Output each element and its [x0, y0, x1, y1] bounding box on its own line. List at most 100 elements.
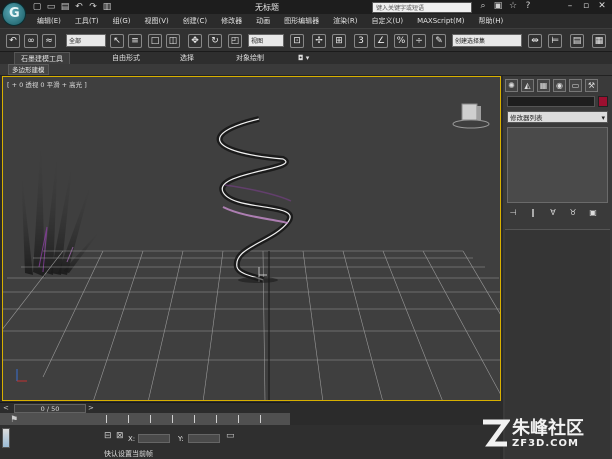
- scale-icon[interactable]: ◰: [228, 34, 242, 48]
- menu-maxscript[interactable]: MAXScript(M): [410, 14, 471, 28]
- selection-lock-icon[interactable]: ⊟: [104, 431, 112, 441]
- undo-icon[interactable]: ↶: [74, 2, 84, 12]
- subscription-icon[interactable]: ▣: [493, 1, 503, 11]
- next-frame-icon[interactable]: >: [88, 404, 94, 412]
- utilities-tab-icon[interactable]: ⚒: [585, 79, 598, 92]
- selection-filter-dropdown[interactable]: 全部: [66, 34, 106, 47]
- tick: [194, 415, 195, 423]
- pin-stack-icon[interactable]: ⊣: [507, 207, 519, 219]
- rectangle-selection-icon[interactable]: □: [148, 34, 162, 48]
- maxscript-listener-icon[interactable]: ⚑: [10, 415, 18, 425]
- y-label: Y:: [178, 435, 184, 443]
- quick-access-toolbar: ▢ ▭ ▤ ↶ ↷ ▥: [32, 2, 112, 12]
- track-bar[interactable]: [0, 413, 290, 425]
- favorites-icon[interactable]: ☆: [508, 1, 518, 11]
- unlink-icon[interactable]: ≈: [42, 34, 56, 48]
- tick: [216, 415, 217, 423]
- menu-graph-editors[interactable]: 图形编辑器: [277, 14, 326, 28]
- save-icon[interactable]: ▤: [60, 2, 70, 12]
- menu-animation[interactable]: 动画: [249, 14, 277, 28]
- main-toolbar: ↶ ∞ ≈ 全部 ↖ ≡ □ ◫ ✥ ↻ ◰ 视图 ⊡ ✢ ⊞ 3 ∠ % ÷ …: [0, 28, 612, 52]
- configure-sets-icon[interactable]: ▣: [587, 207, 599, 219]
- watermark-name: 朱峰社区: [512, 418, 584, 439]
- menu-views[interactable]: 视图(V): [138, 14, 176, 28]
- keyboard-shortcut-icon[interactable]: ⊞: [332, 34, 346, 48]
- help-icon[interactable]: ?: [523, 1, 533, 11]
- maxscript-mini-listener[interactable]: [2, 428, 10, 448]
- make-unique-icon[interactable]: ∀: [547, 207, 559, 219]
- menu-customize[interactable]: 自定义(U): [364, 14, 410, 28]
- select-and-manipulate-icon[interactable]: ✢: [312, 34, 326, 48]
- search-input[interactable]: 键入关键字或短语: [372, 2, 472, 13]
- close-button[interactable]: ✕: [594, 0, 610, 13]
- percent-snap-icon[interactable]: %: [394, 34, 408, 48]
- angle-snap-icon[interactable]: ∠: [374, 34, 388, 48]
- modifier-list-dropdown[interactable]: 修改器列表 ▾: [507, 111, 608, 123]
- remove-modifier-icon[interactable]: ♉: [567, 207, 579, 219]
- status-prompt: 快认设置当前帧: [104, 450, 153, 458]
- app-logo-button[interactable]: G: [2, 2, 26, 26]
- select-by-name-icon[interactable]: ≡: [128, 34, 142, 48]
- helix-spline[interactable]: [216, 116, 294, 283]
- object-name-field[interactable]: [507, 96, 595, 107]
- subtab-polygon-modeling[interactable]: 多边形建模: [8, 64, 49, 75]
- viewport-label[interactable]: [ + 0 透视 0 平滑 + 高光 ]: [7, 79, 87, 89]
- search-icon[interactable]: ⌕: [478, 1, 488, 11]
- modifier-stack-view[interactable]: [507, 127, 608, 203]
- z-coordinate-field[interactable]: ▭: [226, 431, 235, 441]
- spinner-snap-icon[interactable]: ÷: [412, 34, 426, 48]
- new-icon[interactable]: ▢: [32, 2, 42, 12]
- tab-freeform[interactable]: 自由形式: [112, 52, 140, 64]
- minimize-button[interactable]: –: [562, 0, 578, 13]
- time-slider[interactable]: < 0 / 50 >: [0, 402, 290, 413]
- modify-tab-icon[interactable]: ◭: [521, 79, 534, 92]
- reference-coordinate-dropdown[interactable]: 视图: [248, 34, 284, 47]
- tab-object-paint[interactable]: 对象绘制: [236, 52, 264, 64]
- x-coordinate-field[interactable]: [138, 434, 170, 443]
- viewcube-icon[interactable]: [452, 103, 490, 129]
- create-tab-icon[interactable]: ✺: [505, 79, 518, 92]
- named-selection-dropdown[interactable]: 创建选择集: [452, 34, 522, 47]
- layer-manager-icon[interactable]: ▤: [570, 34, 584, 48]
- tab-graphite-modeling[interactable]: 石墨建模工具: [14, 52, 70, 64]
- menu-modifiers[interactable]: 修改器: [214, 14, 249, 28]
- snaps-toggle-icon[interactable]: 3: [354, 34, 368, 48]
- menu-tools[interactable]: 工具(T): [68, 14, 106, 28]
- select-object-icon[interactable]: ↖: [110, 34, 124, 48]
- axis-tripod-icon: [16, 369, 27, 382]
- tick: [106, 415, 107, 423]
- edit-named-selection-icon[interactable]: ✎: [432, 34, 446, 48]
- prev-frame-icon[interactable]: <: [3, 404, 9, 412]
- undo-tool-icon[interactable]: ↶: [6, 34, 20, 48]
- time-slider-handle[interactable]: 0 / 50: [14, 404, 86, 413]
- tab-selection[interactable]: 选择: [180, 52, 194, 64]
- menu-help[interactable]: 帮助(H): [472, 14, 511, 28]
- object-color-swatch[interactable]: [598, 96, 608, 107]
- command-panel-tabs: ✺ ◭ ▦ ◉ ▭ ⚒: [505, 79, 598, 92]
- rotate-icon[interactable]: ↻: [208, 34, 222, 48]
- ribbon-options-icon[interactable]: ◘ ▾: [298, 52, 309, 64]
- open-icon[interactable]: ▭: [46, 2, 56, 12]
- y-coordinate-field[interactable]: [188, 434, 220, 443]
- status-bar: ⚑ ⊟ ⊠ X: Y: ▭ 快认设置当前帧: [0, 415, 500, 459]
- mirror-icon[interactable]: ⇹: [528, 34, 542, 48]
- perspective-viewport[interactable]: [ + 0 透视 0 平滑 + 高光 ]: [2, 76, 501, 401]
- redo-icon[interactable]: ↷: [88, 2, 98, 12]
- display-tab-icon[interactable]: ▭: [569, 79, 582, 92]
- menu-edit[interactable]: 编辑(E): [30, 14, 68, 28]
- menu-rendering[interactable]: 渲染(R): [326, 14, 364, 28]
- pivot-center-icon[interactable]: ⊡: [290, 34, 304, 48]
- absolute-mode-icon[interactable]: ⊠: [116, 431, 124, 441]
- align-icon[interactable]: ⊨: [548, 34, 562, 48]
- motion-tab-icon[interactable]: ◉: [553, 79, 566, 92]
- graphite-toggle-icon[interactable]: ▦: [592, 34, 606, 48]
- window-crossing-icon[interactable]: ◫: [166, 34, 180, 48]
- menu-create[interactable]: 创建(C): [176, 14, 214, 28]
- move-icon[interactable]: ✥: [188, 34, 202, 48]
- maximize-button[interactable]: ▫: [578, 0, 594, 13]
- hierarchy-tab-icon[interactable]: ▦: [537, 79, 550, 92]
- project-folder-icon[interactable]: ▥: [102, 2, 112, 12]
- show-end-result-icon[interactable]: ‖: [527, 207, 539, 219]
- menu-group[interactable]: 组(G): [106, 14, 138, 28]
- link-icon[interactable]: ∞: [24, 34, 38, 48]
